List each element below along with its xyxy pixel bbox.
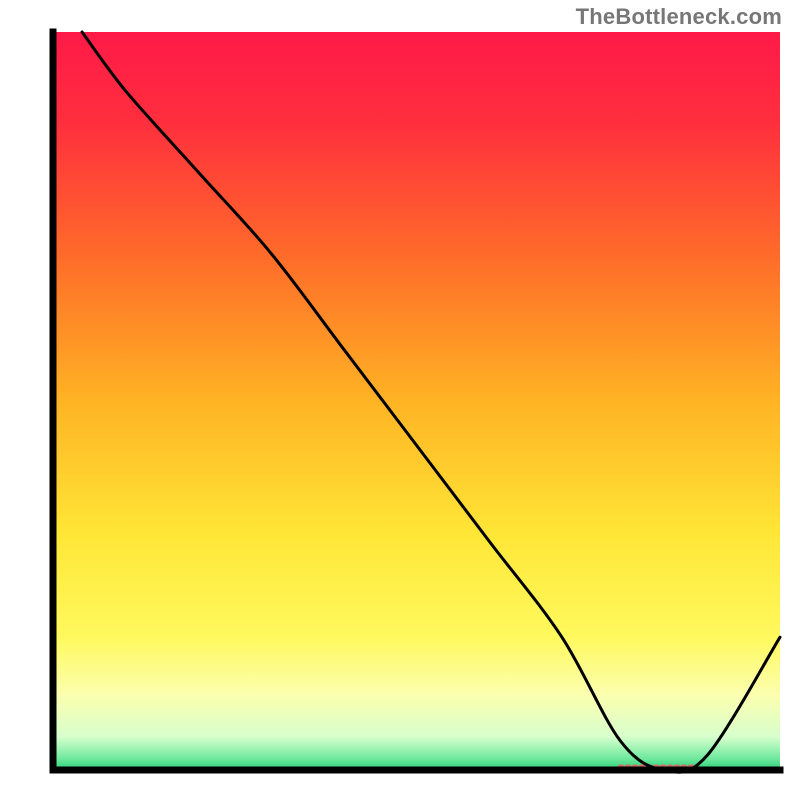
plot-background [53, 32, 780, 770]
chart-container: TheBottleneck.com [0, 0, 800, 800]
bottleneck-chart [0, 0, 800, 800]
